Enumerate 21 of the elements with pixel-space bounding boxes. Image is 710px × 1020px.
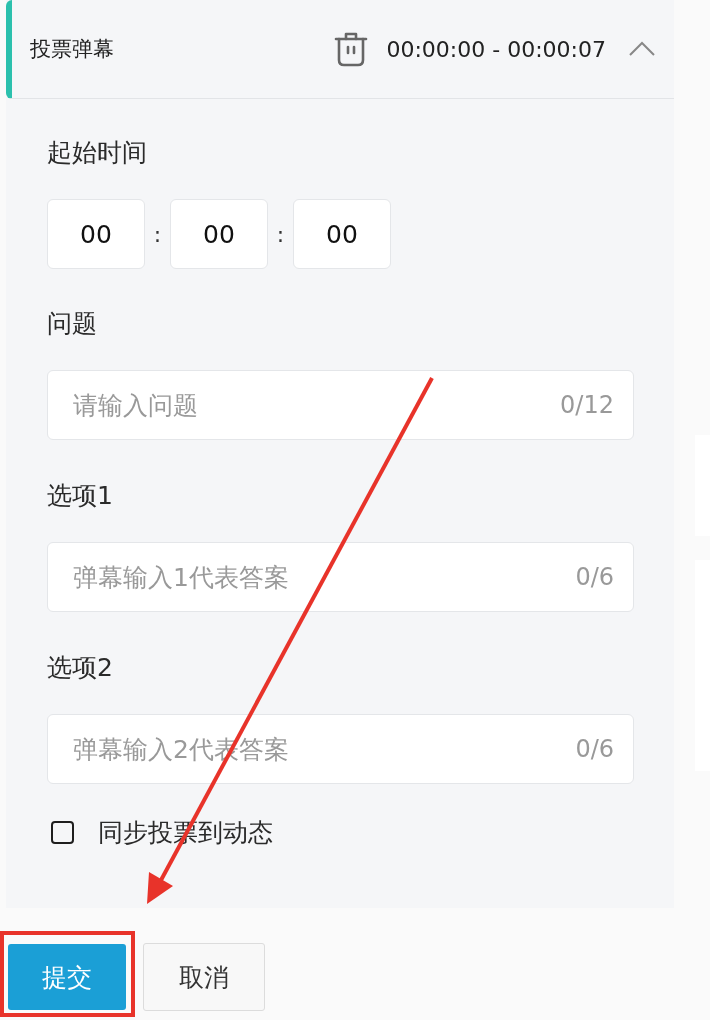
field-label: 起始时间 [47, 137, 148, 169]
chevron-icon[interactable] [628, 41, 656, 57]
field-label: 问题 [47, 308, 98, 340]
character-counter: 0/6 [575, 563, 614, 591]
field-label: 选项1 [47, 480, 114, 512]
time-input[interactable]: 00 [47, 199, 145, 269]
character-counter: 0/6 [575, 735, 614, 763]
checkbox[interactable] [51, 821, 74, 844]
trash-icon[interactable] [334, 31, 369, 67]
section-title: 投票弹幕 [30, 36, 114, 63]
time-separator: : [152, 221, 163, 247]
placeholder-text: 弹幕输入1代表答案 [73, 561, 289, 594]
cancel-button[interactable]: 取消 [143, 943, 265, 1011]
time-input[interactable]: 00 [293, 199, 391, 269]
field-label: 选项2 [47, 652, 114, 684]
time-input[interactable]: 00 [170, 199, 268, 269]
section-header[interactable]: 投票弹幕 00:00:00 - 00:00:07 [6, 0, 674, 99]
time-range-text: 00:00:00 - 00:00:07 [386, 36, 606, 62]
placeholder-text: 请输入问题 [73, 389, 198, 422]
character-counter: 0/12 [560, 391, 614, 419]
time-separator: : [275, 221, 286, 247]
